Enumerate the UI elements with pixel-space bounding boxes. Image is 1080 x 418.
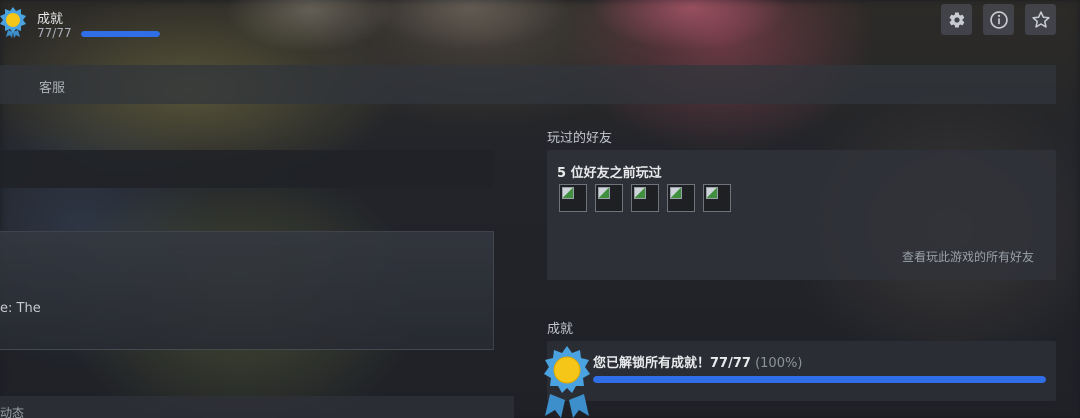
friends-panel: 5 位好友之前玩过 查看玩此游戏的所有好友 (547, 150, 1056, 280)
achievements-progress-bar (593, 376, 1046, 383)
achievements-panel[interactable] (547, 341, 1056, 401)
achievement-header-count: 77/77 (37, 26, 72, 40)
friend-avatar[interactable] (631, 184, 659, 212)
info-icon (989, 10, 1008, 29)
achievement-header-progress-fill (81, 31, 160, 37)
nav-item-support[interactable]: 客服 (39, 77, 65, 96)
achievements-unlocked-text: 您已解锁所有成就！77/77 (100%) (593, 352, 802, 371)
info-button[interactable] (983, 4, 1014, 35)
friends-count-text: 5 位好友之前玩过 (557, 166, 662, 181)
achievements-percent: (100%) (755, 356, 803, 371)
achievement-medal-icon (0, 7, 26, 38)
achievement-header-title: 成就 (37, 12, 64, 27)
friends-section-title: 玩过的好友 (547, 131, 613, 146)
gear-icon (949, 11, 964, 28)
settings-button[interactable] (941, 4, 972, 35)
friend-avatar[interactable] (559, 184, 587, 212)
achievement-header-progress-bar (81, 31, 160, 37)
friend-avatar[interactable] (595, 184, 623, 212)
friend-avatar[interactable] (703, 184, 731, 212)
left-panel-text: e: The (0, 301, 41, 316)
achievements-section-title: 成就 (547, 322, 574, 337)
left-content-panel[interactable]: e: The (0, 231, 494, 350)
see-all-friends-link[interactable]: 查看玩此游戏的所有好友 (902, 248, 1034, 265)
achievements-progress-fill (593, 376, 1046, 383)
star-icon (1031, 10, 1050, 28)
achievement-medal-icon (544, 346, 590, 418)
activity-section-bar (0, 396, 514, 418)
achievements-unlocked-label: 您已解锁所有成就！77/77 (593, 356, 751, 371)
friend-avatar[interactable] (667, 184, 695, 212)
favorite-button[interactable] (1025, 4, 1056, 35)
game-nav-bar: 客服 (0, 65, 1056, 104)
hero-strip (0, 0, 1080, 56)
activity-section-title: 动态 (0, 406, 25, 418)
game-page: 成就 77/77 客服 e: The 动态 玩过的好友 5 位好友之前玩过 查看… (0, 0, 1080, 418)
left-content-bar (0, 150, 494, 188)
